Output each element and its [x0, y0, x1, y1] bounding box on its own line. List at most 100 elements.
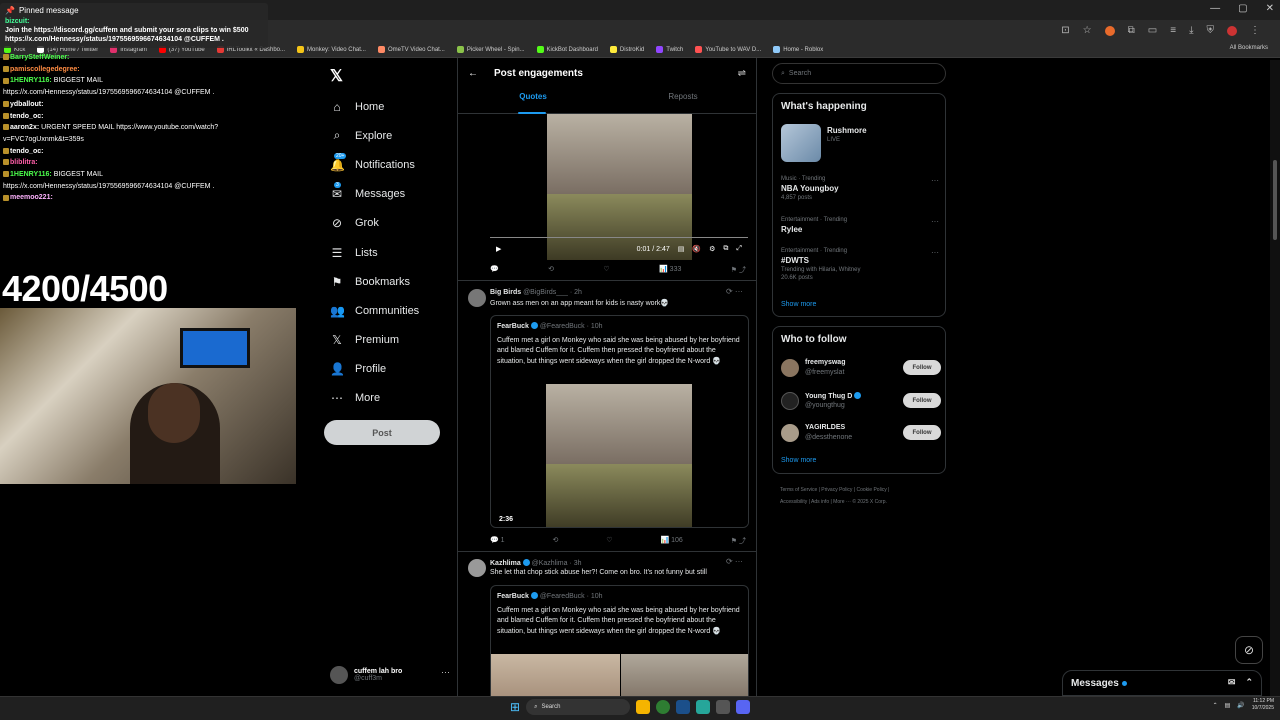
repost-icon[interactable]: ⟲ — [548, 265, 554, 275]
messages-drawer[interactable]: Messages ✉ ⌃ — [1062, 670, 1262, 696]
bookmark-icon[interactable]: ⚑ ⤴ — [731, 265, 746, 275]
repost-icon[interactable]: ⟲ — [552, 536, 558, 546]
footer-line[interactable]: Accessibility | Ads info | More ··· © 20… — [780, 496, 940, 508]
author-handle[interactable]: @BigBirds___ — [523, 289, 568, 296]
chrome-icon[interactable] — [656, 700, 671, 714]
more-icon[interactable]: ··· — [931, 248, 939, 257]
settings-icon[interactable]: ⇌ — [738, 68, 746, 79]
more-icon[interactable]: ··· — [441, 667, 450, 677]
chevron-up-icon[interactable]: ⌃ — [1213, 702, 1218, 709]
follow-suggestion[interactable]: YAGIRLDES @dessthenone Follow — [781, 422, 941, 444]
install-icon[interactable]: ⊡ — [1061, 25, 1069, 36]
discord-icon[interactable] — [736, 700, 751, 714]
extensions-icon[interactable]: ⧉ — [1128, 25, 1135, 36]
chevron-up-icon[interactable]: ⌃ — [1245, 677, 1253, 688]
sidebar-icon[interactable]: ▭ — [1148, 25, 1157, 36]
gear-icon[interactable]: ⚙ — [709, 245, 715, 253]
video-player[interactable]: ▶ 0:01 / 2:47 ▤ 🔇 ⚙ ⧉ ⤢ — [490, 114, 748, 260]
extension-icon[interactable] — [1104, 25, 1115, 36]
menu-icon[interactable]: ≡ — [1170, 25, 1176, 36]
follow-button[interactable]: Follow — [903, 360, 941, 375]
download-icon[interactable]: ⤓ — [1189, 25, 1193, 36]
bookmark-item[interactable]: YouTube to WAV D... — [695, 46, 761, 53]
grok-icon[interactable]: ⊘ — [1235, 636, 1263, 664]
author-name[interactable]: Kazhlima — [490, 560, 521, 567]
sidebar-item-lists[interactable]: ☰ Lists — [330, 238, 460, 267]
file-explorer-icon[interactable] — [636, 700, 651, 714]
network-icon[interactable]: ▤ — [1225, 702, 1231, 709]
follow-button[interactable]: Follow — [903, 393, 941, 408]
reply-icon[interactable]: 💬 1 — [490, 536, 505, 546]
sidebar-item-home[interactable]: ⌂ Home — [330, 92, 460, 121]
bookmark-item[interactable]: KickBot Dashboard — [536, 46, 598, 53]
profile-avatar[interactable] — [1227, 25, 1237, 36]
views-count[interactable]: 📊 333 — [659, 265, 681, 275]
avatar[interactable] — [468, 289, 486, 307]
sidebar-item-profile[interactable]: 👤 Profile — [330, 355, 460, 384]
author-name[interactable]: Big Birds — [490, 289, 521, 296]
steam-icon[interactable] — [676, 700, 691, 714]
quoted-tweet[interactable]: FearBuck @FearedBuck · 10h Cuffem met a … — [490, 315, 749, 528]
sidebar-item-bookmarks[interactable]: ⚑ Bookmarks — [330, 267, 460, 296]
star-icon[interactable]: ☆ — [1083, 25, 1092, 36]
footer-line[interactable]: Terms of Service | Privacy Policy | Cook… — [780, 484, 940, 496]
quote-video[interactable] — [491, 654, 748, 696]
play-icon[interactable]: ▶ — [496, 245, 501, 253]
bookmark-icon[interactable]: ⚑ ⤴ — [731, 536, 746, 546]
volume-icon[interactable]: 🔇 — [692, 245, 701, 253]
back-arrow-icon[interactable]: ← — [468, 68, 478, 79]
sidebar-item-messages[interactable]: ✉ 3 Messages — [330, 180, 460, 209]
sidebar-item-grok[interactable]: ⊘ Grok — [330, 209, 460, 238]
fullscreen-icon[interactable]: ⤢ — [736, 245, 742, 253]
sidebar-item-communities[interactable]: 👥 Communities — [330, 296, 460, 325]
live-event-title[interactable]: Rushmore — [827, 126, 867, 135]
show-more-link[interactable]: Show more — [781, 301, 816, 308]
volume-icon[interactable]: 🔊 — [1237, 702, 1244, 709]
scrollbar-thumb[interactable] — [1273, 160, 1277, 240]
follow-button[interactable]: Follow — [903, 425, 941, 440]
app-icon[interactable] — [696, 700, 711, 714]
author-handle[interactable]: @Kazhlima — [532, 560, 568, 567]
live-event-thumbnail[interactable] — [781, 124, 821, 162]
trend-item[interactable]: Music · Trending NBA Youngboy 4,857 post… — [781, 176, 939, 201]
bookmark-item[interactable]: DistroKid — [609, 46, 644, 53]
pip-icon[interactable]: ⧉ — [723, 245, 728, 253]
quoted-tweet[interactable]: FearBuck @FearedBuck · 10h Cuffem met a … — [490, 585, 749, 696]
sidebar-item-premium[interactable]: 𝕏 Premium — [330, 326, 460, 355]
avatar[interactable] — [468, 559, 486, 577]
taskbar-search[interactable]: ⌕ Search — [526, 699, 631, 715]
like-icon[interactable]: ♡ — [603, 265, 609, 275]
app-icon[interactable] — [716, 700, 731, 714]
new-message-icon[interactable]: ✉ — [1228, 677, 1236, 688]
minimize-button[interactable]: — — [1210, 3, 1220, 14]
captions-icon[interactable]: ▤ — [678, 245, 685, 253]
windows-start-icon[interactable]: ⊞ — [510, 700, 520, 714]
more-icon[interactable]: ⟳ ··· — [726, 287, 743, 296]
maximize-button[interactable]: ▢ — [1238, 3, 1247, 14]
follow-suggestion[interactable]: freemyswag @freemyslat Follow — [781, 357, 941, 379]
more-icon[interactable]: ··· — [931, 217, 939, 226]
sidebar-item-more[interactable]: ⋯ More — [330, 384, 460, 413]
bookmark-item[interactable]: Monkey: Video Chat... — [297, 46, 366, 53]
like-icon[interactable]: ♡ — [606, 536, 612, 546]
scrollbar[interactable] — [1270, 60, 1280, 696]
sidebar-item-notifications[interactable]: 🔔 20+ Notifications — [330, 150, 460, 179]
follow-suggestion[interactable]: Young Thug D @youngthug Follow — [781, 390, 941, 412]
more-icon[interactable]: ⟳ ··· — [726, 557, 743, 566]
sidebar-item-explore[interactable]: ⌕ Explore — [330, 121, 460, 150]
reply-icon[interactable]: 💬 — [490, 265, 499, 275]
shield-icon[interactable]: ⛨ — [1207, 25, 1215, 36]
more-icon[interactable]: ··· — [931, 176, 939, 185]
quote-video[interactable]: 2:36 — [491, 384, 748, 527]
account-switcher[interactable]: cuffem lah bro @cuff3m ··· — [330, 662, 450, 688]
tab-quotes[interactable]: Quotes — [458, 92, 608, 114]
show-more-link[interactable]: Show more — [781, 457, 816, 464]
trend-item[interactable]: Entertainment · Trending #DWTS Trending … — [781, 248, 939, 281]
x-logo[interactable]: 𝕏 — [330, 66, 343, 86]
bookmark-item[interactable]: Picker Wheel - Spin... — [456, 46, 525, 53]
clock[interactable]: 11:12 PM 10/7/2025 — [1252, 698, 1274, 712]
search-input[interactable]: ⌕ Search — [772, 63, 946, 84]
bookmark-item[interactable]: Home - Roblox — [773, 46, 823, 53]
bookmark-item[interactable]: OmeTV Video Chat... — [377, 46, 445, 53]
tab-reposts[interactable]: Reposts — [608, 92, 756, 114]
